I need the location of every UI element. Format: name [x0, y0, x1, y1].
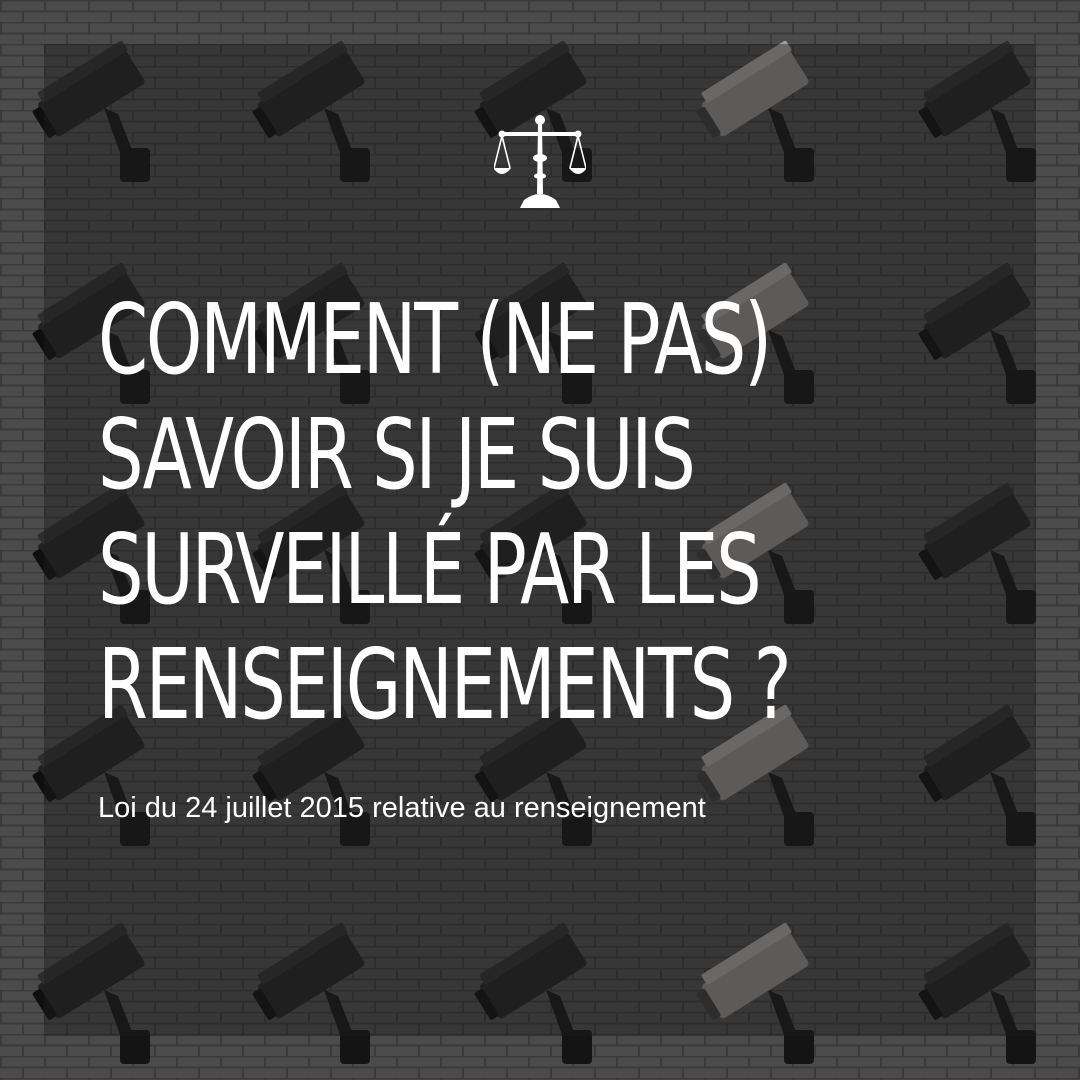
post-image: COMMENT (NE PAS) SAVOIR SI JE SUIS SURVE…: [0, 0, 1080, 1080]
title-line: SAVOIR SI JE SUIS: [98, 398, 696, 511]
scales-of-justice-icon: [494, 115, 586, 208]
title-line: SURVEILLÉ PAR LES: [98, 513, 762, 626]
title-line: COMMENT (NE PAS): [98, 283, 772, 396]
post-subtitle: Loi du 24 juillet 2015 relative au rense…: [98, 792, 706, 824]
post-title: COMMENT (NE PAS) SAVOIR SI JE SUIS SURVE…: [98, 282, 792, 742]
title-line: RENSEIGNEMENTS ?: [98, 628, 792, 741]
